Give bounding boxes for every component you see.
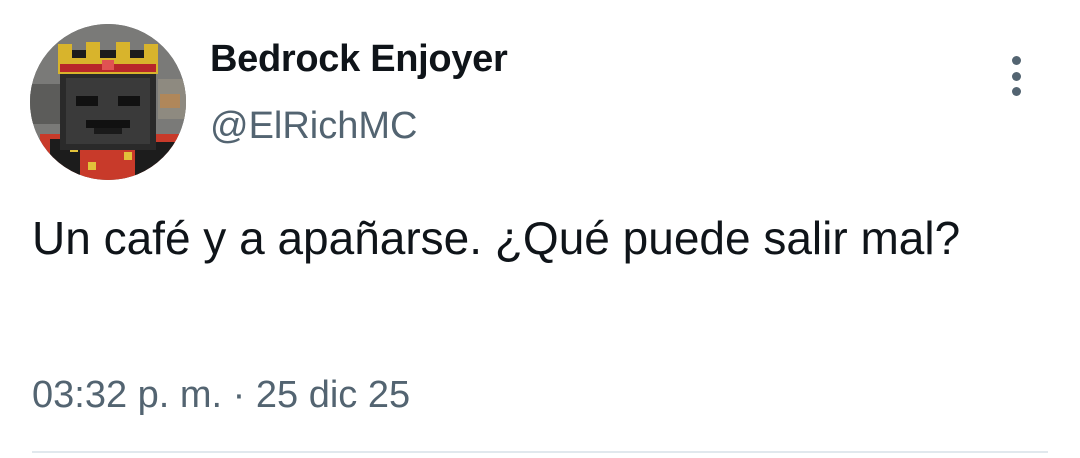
- author-handle[interactable]: @ElRichMC: [210, 105, 417, 148]
- more-vertical-icon-dot: [1011, 87, 1021, 96]
- divider: [32, 451, 1048, 453]
- tweet-detail: Bedrock Enjoyer @ElRichMC Un café y a ap…: [0, 0, 1080, 458]
- avatar-image: [30, 24, 186, 180]
- tweet-text: Un café y a apañarse. ¿Qué puede salir m…: [32, 212, 961, 264]
- author-display-name[interactable]: Bedrock Enjoyer: [210, 38, 508, 81]
- tweet-timestamp[interactable]: 03:32 p. m. · 25 dic 25: [32, 374, 410, 417]
- more-vertical-icon: [1011, 56, 1021, 65]
- avatar[interactable]: [30, 24, 186, 180]
- more-options-button[interactable]: [996, 52, 1036, 100]
- more-vertical-icon-dot: [1011, 71, 1021, 81]
